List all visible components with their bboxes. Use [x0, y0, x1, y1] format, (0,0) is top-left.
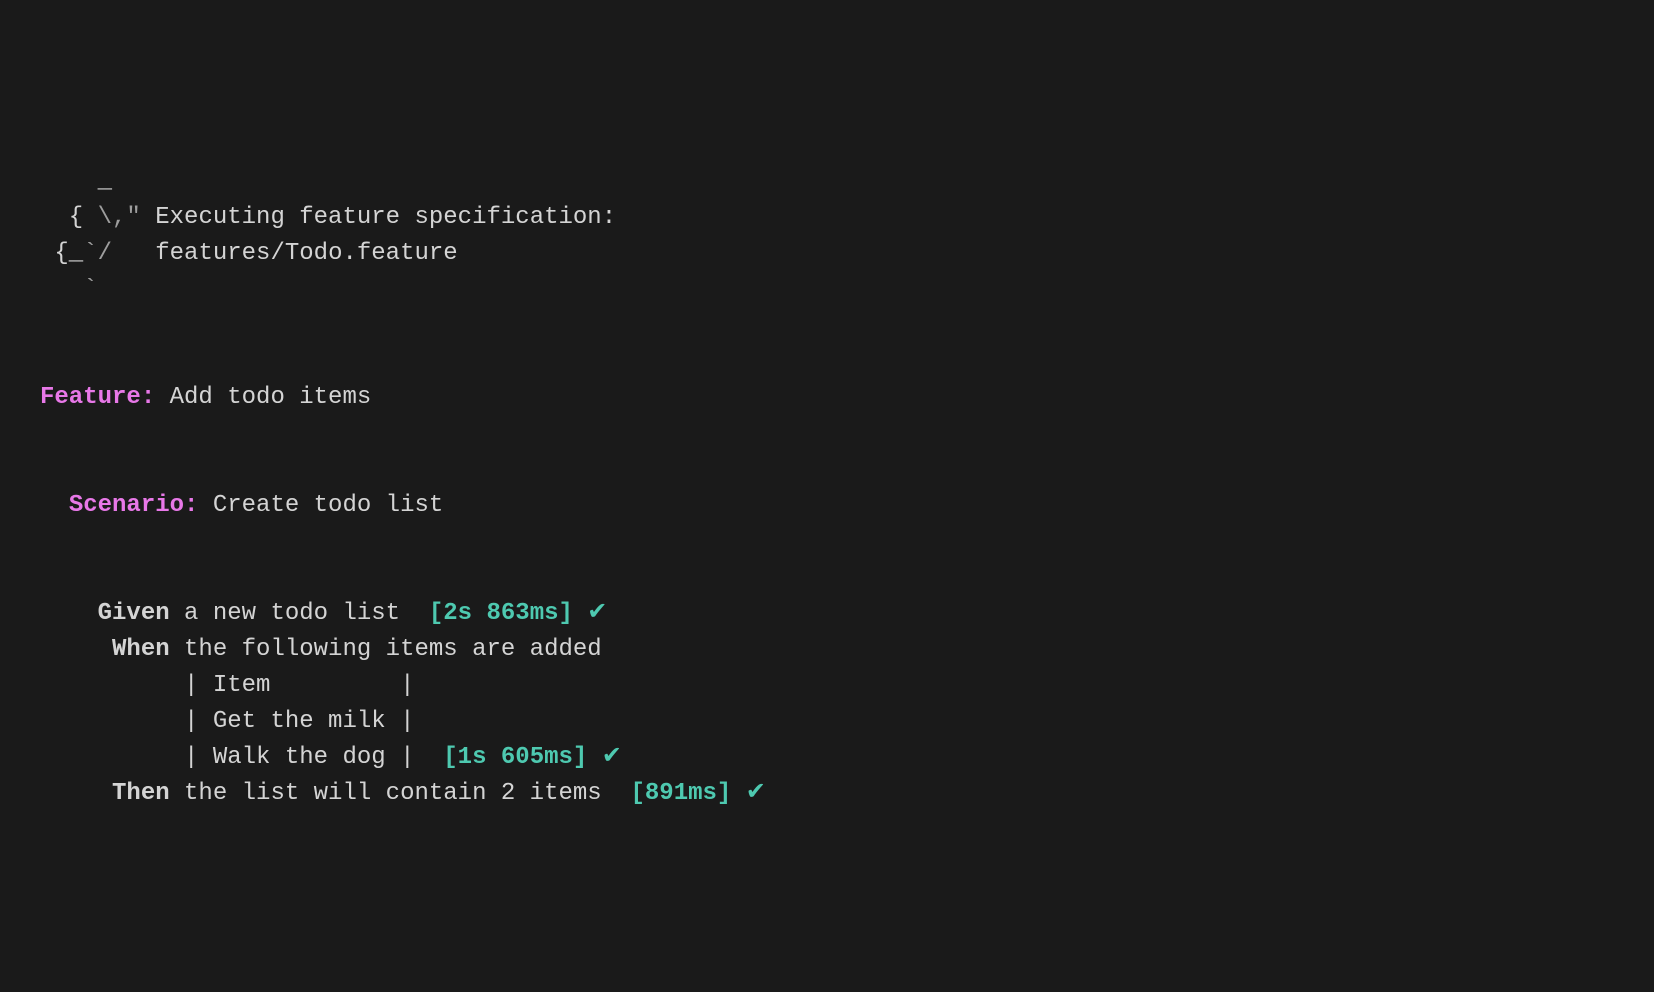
executing-label: Executing feature specification: [141, 204, 616, 231]
feature-file-path: features/Todo.feature [155, 240, 457, 267]
check-icon: ✔ [587, 744, 622, 771]
check-icon: ✔ [573, 600, 608, 627]
then-timing: [891ms] [631, 780, 732, 807]
then-keyword: Then [112, 780, 170, 807]
given-keyword: Given [98, 600, 170, 627]
scenario-keyword: Scenario: [69, 492, 199, 519]
logo-line-4: ` [40, 276, 98, 303]
feature-title: Add todo items [155, 384, 371, 411]
then-text: the list will contain 2 items [170, 780, 631, 807]
given-text: a new todo list [170, 600, 429, 627]
when-text: the following items are added [170, 636, 602, 663]
table-row: | Item | [184, 672, 414, 699]
logo-line-1: _ [40, 168, 112, 195]
logo-line-2a: { [40, 204, 83, 231]
table-row: | Walk the dog | [184, 744, 443, 771]
scenario-title: Create todo list [198, 492, 443, 519]
terminal-output: _ { \," Executing feature specification:… [40, 164, 1614, 812]
when-keyword: When [112, 636, 170, 663]
logo-line-3a: {_ [40, 240, 83, 267]
logo-line-3b: `/ [83, 240, 155, 267]
logo-line-2b: \," [83, 204, 141, 231]
when-timing: [1s 605ms] [443, 744, 587, 771]
table-row: | Get the milk | [184, 708, 414, 735]
given-timing: [2s 863ms] [429, 600, 573, 627]
check-icon: ✔ [731, 780, 766, 807]
feature-keyword: Feature: [40, 384, 155, 411]
